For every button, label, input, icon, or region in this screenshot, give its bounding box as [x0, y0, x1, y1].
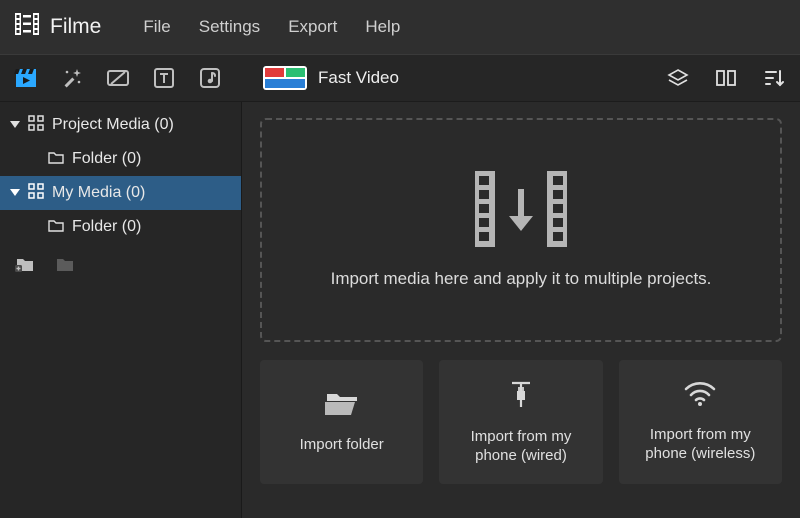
titlebar: Filme File Settings Export Help	[0, 0, 800, 54]
dropzone-hint: Import media here and apply it to multip…	[331, 269, 712, 289]
import-phone-wired-button[interactable]: Import from my phone (wired)	[439, 360, 602, 484]
wifi-icon	[683, 381, 717, 411]
import-cards: Import folder Import from my phone (wire…	[260, 360, 782, 484]
transitions-tab-button[interactable]	[104, 64, 132, 92]
app-name: Filme	[50, 15, 101, 39]
media-tab-button[interactable]	[12, 64, 40, 92]
sidebar-item-label: Folder (0)	[72, 218, 141, 236]
grid-icon	[28, 115, 44, 136]
caret-down-icon	[10, 184, 20, 202]
layers-icon	[667, 67, 689, 89]
folder-icon	[48, 150, 64, 169]
menu-settings[interactable]: Settings	[199, 17, 260, 37]
layout-icon	[715, 67, 737, 89]
text-tab-button[interactable]	[150, 64, 178, 92]
audio-tab-button[interactable]	[196, 64, 224, 92]
folder-icon	[55, 256, 75, 276]
import-folder-button[interactable]: Import folder	[260, 360, 423, 484]
music-note-icon	[199, 67, 221, 89]
sidebar-item-my-media[interactable]: My Media (0)	[0, 176, 241, 210]
content-area: Project Media (0) Folder (0) My Media (0…	[0, 102, 800, 518]
folder-plus-icon	[15, 256, 35, 276]
text-icon	[153, 67, 175, 89]
fast-video-icon	[262, 65, 308, 91]
sort-button[interactable]	[760, 64, 788, 92]
fast-video-button[interactable]: Fast Video	[262, 65, 399, 91]
folder-open-icon	[325, 389, 359, 421]
import-dropzone[interactable]: Import media here and apply it to multip…	[260, 118, 782, 342]
add-folder-button[interactable]	[14, 256, 36, 276]
import-phone-wireless-button[interactable]: Import from my phone (wireless)	[619, 360, 782, 484]
sidebar-item-project-folder[interactable]: Folder (0)	[0, 142, 241, 176]
sidebar-item-label: Project Media (0)	[52, 116, 174, 134]
sidebar: Project Media (0) Folder (0) My Media (0…	[0, 102, 242, 518]
card-label: Import folder	[300, 435, 384, 455]
effects-tab-button[interactable]	[58, 64, 86, 92]
wired-phone-icon	[506, 379, 536, 413]
menu-export[interactable]: Export	[288, 17, 337, 37]
sidebar-item-label: Folder (0)	[72, 150, 141, 168]
transitions-icon	[107, 67, 129, 89]
menu-file[interactable]: File	[143, 17, 170, 37]
card-label: Import from my phone (wireless)	[631, 425, 770, 464]
sidebar-item-project-media[interactable]: Project Media (0)	[0, 108, 241, 142]
grid-icon	[28, 183, 44, 204]
folder-icon	[48, 218, 64, 237]
sidebar-item-my-folder[interactable]: Folder (0)	[0, 210, 241, 244]
app-logo-icon	[14, 11, 40, 43]
sidebar-tools	[0, 244, 241, 288]
sort-icon	[763, 67, 785, 89]
app-brand: Filme	[14, 11, 101, 43]
caret-down-icon	[10, 116, 20, 134]
layers-button[interactable]	[664, 64, 692, 92]
toolbar: Fast Video	[0, 54, 800, 102]
layout-button[interactable]	[712, 64, 740, 92]
magic-wand-icon	[61, 67, 83, 89]
card-label: Import from my phone (wired)	[451, 427, 590, 466]
sidebar-item-label: My Media (0)	[52, 184, 145, 202]
menubar: File Settings Export Help	[143, 17, 400, 37]
clapper-play-icon	[14, 66, 38, 90]
fast-video-label: Fast Video	[318, 68, 399, 88]
filmstrip-download-icon	[475, 171, 567, 251]
folder-disabled-button	[54, 256, 76, 276]
main-panel: Import media here and apply it to multip…	[242, 102, 800, 518]
menu-help[interactable]: Help	[365, 17, 400, 37]
